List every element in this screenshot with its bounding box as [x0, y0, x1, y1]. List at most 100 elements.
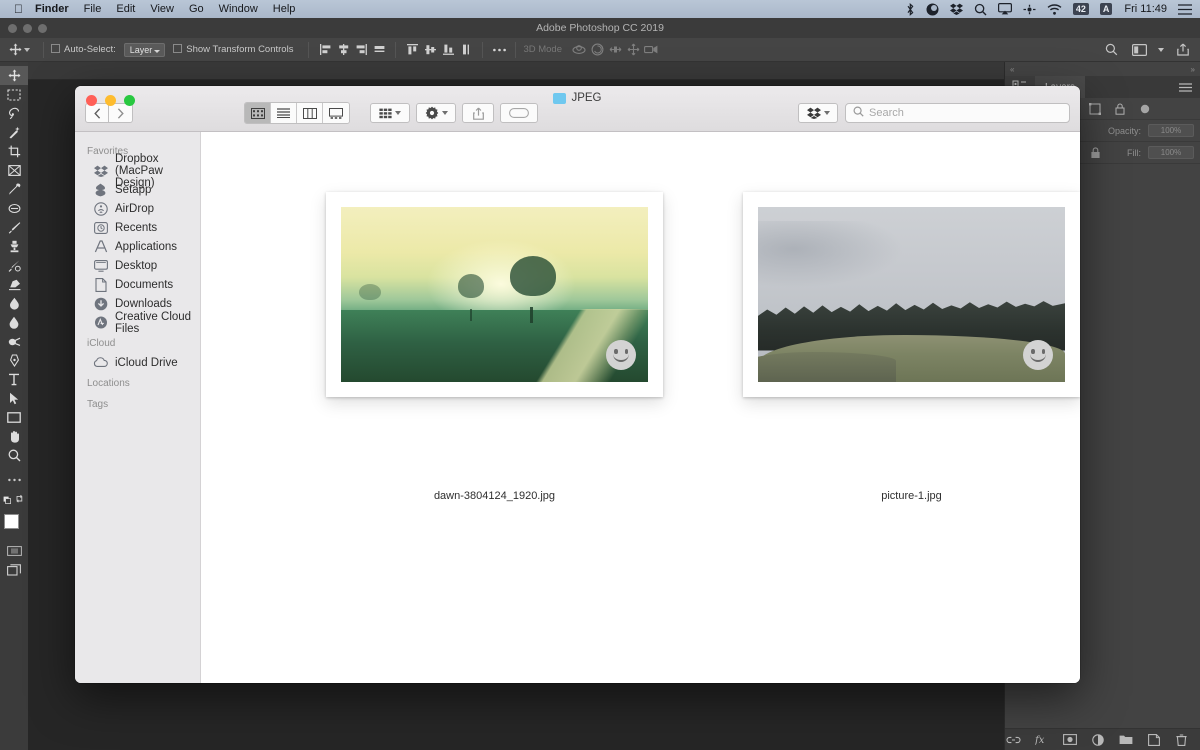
foreground-color-swatch[interactable]	[4, 514, 19, 529]
spotlight-search-icon[interactable]	[974, 3, 987, 16]
layers-panel-footer[interactable]: fx	[1005, 728, 1200, 750]
brush-tool-icon[interactable]	[0, 218, 28, 237]
photo-frame[interactable]	[326, 192, 663, 397]
sidebar-item-airdrop[interactable]: AirDrop	[75, 199, 200, 218]
cleanmymac-icon[interactable]	[926, 3, 939, 16]
clone-stamp-tool-icon[interactable]	[0, 237, 28, 256]
eraser-tool-icon[interactable]	[0, 275, 28, 294]
workspace-icon[interactable]	[1130, 41, 1148, 59]
airplay-icon[interactable]	[997, 3, 1012, 15]
sidebar-item-creative-cloud-files[interactable]: Creative Cloud Files	[75, 311, 200, 335]
collapse-right-chevron-icon[interactable]: »	[1191, 65, 1195, 74]
gradient-tool-icon[interactable]	[0, 294, 28, 313]
color-swatches[interactable]	[0, 511, 28, 541]
search-input[interactable]: Search	[845, 103, 1070, 123]
layer-style-fx-icon[interactable]: fx	[1033, 731, 1050, 749]
share-button[interactable]	[462, 103, 494, 123]
new-adjustment-layer-icon[interactable]	[1089, 731, 1106, 749]
sidebar-item-recents[interactable]: Recents	[75, 218, 200, 237]
share-icon[interactable]	[1174, 41, 1192, 59]
path-selection-tool-icon[interactable]	[0, 389, 28, 408]
sidebar-item-icloud-drive[interactable]: iCloud Drive	[75, 353, 200, 372]
sidebar-item-documents[interactable]: Documents	[75, 275, 200, 294]
file-item[interactable]: picture-1.jpg	[743, 192, 1080, 502]
align-left-edges-icon[interactable]	[316, 41, 334, 59]
file-item[interactable]: dawn-3804124_1920.jpg	[326, 192, 663, 502]
apple-logo-icon[interactable]: 	[14, 3, 23, 15]
panel-collapse-bar[interactable]: « »	[1005, 62, 1200, 76]
bettertouchtool-icon[interactable]	[1023, 4, 1036, 15]
sidebar-item-desktop[interactable]: Desktop	[75, 256, 200, 275]
tags-button[interactable]	[500, 103, 538, 123]
workspace-caret-icon[interactable]	[1158, 47, 1164, 52]
auto-select-checkbox[interactable]: Auto-Select:	[51, 44, 116, 55]
rectangle-tool-icon[interactable]	[0, 408, 28, 427]
filter-shape-icon[interactable]	[1086, 100, 1104, 118]
align-horizontal-centers-icon[interactable]	[334, 41, 352, 59]
sidebar-item-dropbox[interactable]: Dropbox (MacPaw Design)	[75, 153, 200, 189]
type-tool-icon[interactable]	[0, 370, 28, 389]
sidebar-item-applications[interactable]: Applications	[75, 237, 200, 256]
dropbox-caret-icon[interactable]	[823, 111, 830, 115]
eyedropper-tool-icon[interactable]	[0, 180, 28, 199]
list-view-button[interactable]	[271, 103, 297, 123]
zoom-tool-icon[interactable]	[0, 446, 28, 465]
action-menu-button[interactable]	[416, 103, 456, 123]
link-layers-icon[interactable]	[1005, 731, 1022, 749]
notification-center-icon[interactable]	[1178, 3, 1192, 15]
spot-healing-brush-tool-icon[interactable]	[0, 199, 28, 218]
align-vertical-centers-icon[interactable]	[421, 41, 439, 59]
action-caret-icon[interactable]	[441, 111, 448, 115]
filter-toggle-icon[interactable]	[1136, 100, 1154, 118]
dropbox-button[interactable]	[798, 103, 838, 123]
forward-button[interactable]	[109, 103, 133, 123]
battery-icon[interactable]: 42	[1072, 3, 1089, 15]
arrange-by-button[interactable]	[370, 103, 410, 123]
menu-item-window[interactable]: Window	[219, 3, 258, 15]
finder-nav-buttons[interactable]	[85, 103, 133, 123]
lock-all-icon[interactable]	[1086, 144, 1104, 162]
photo-frame[interactable]	[743, 192, 1080, 397]
wifi-icon[interactable]	[1047, 3, 1062, 15]
default-colors-and-swap-icons[interactable]	[0, 489, 28, 508]
opacity-value[interactable]: 100%	[1148, 124, 1194, 137]
dodge-tool-icon[interactable]	[0, 332, 28, 351]
more-options-icon[interactable]	[490, 41, 508, 59]
new-layer-icon[interactable]	[1145, 731, 1162, 749]
menu-item-view[interactable]: View	[150, 3, 174, 15]
delete-layer-icon[interactable]	[1173, 731, 1190, 749]
menu-item-help[interactable]: Help	[273, 3, 296, 15]
move-tool-icon[interactable]	[6, 41, 24, 59]
align-right-edges-icon[interactable]	[352, 41, 370, 59]
standard-mask-mode-icon[interactable]	[0, 541, 28, 560]
arrange-caret-icon[interactable]	[395, 111, 401, 115]
icon-view-button[interactable]	[245, 103, 271, 123]
menu-item-edit[interactable]: Edit	[116, 3, 135, 15]
magic-wand-tool-icon[interactable]	[0, 123, 28, 142]
edit-toolbar-icon[interactable]	[0, 470, 28, 489]
pen-tool-icon[interactable]	[0, 351, 28, 370]
align-top-edges-icon[interactable]	[403, 41, 421, 59]
rectangular-marquee-tool-icon[interactable]	[0, 85, 28, 104]
distribute-horizontally-icon[interactable]	[370, 41, 388, 59]
hand-tool-icon[interactable]	[0, 427, 28, 446]
bluetooth-icon[interactable]	[906, 2, 915, 16]
back-button[interactable]	[85, 103, 109, 123]
menu-item-finder[interactable]: Finder	[35, 3, 69, 15]
lasso-tool-icon[interactable]	[0, 104, 28, 123]
finder-view-mode-group[interactable]	[244, 102, 350, 124]
menubar-clock[interactable]: Fri 11:49	[1124, 3, 1167, 15]
fill-value[interactable]: 100%	[1148, 146, 1194, 159]
panel-menu-icon[interactable]	[1171, 76, 1200, 98]
move-tool-preset-caret-icon[interactable]	[24, 47, 30, 52]
show-transform-checkbox-box[interactable]	[173, 44, 183, 53]
screen-mode-icon[interactable]	[0, 560, 28, 579]
filter-smart-object-icon[interactable]	[1111, 100, 1129, 118]
new-group-icon[interactable]	[1117, 731, 1134, 749]
align-bottom-edges-icon[interactable]	[439, 41, 457, 59]
blur-tool-icon[interactable]	[0, 313, 28, 332]
photoshop-tool-palette[interactable]	[0, 62, 28, 750]
auto-select-checkbox-box[interactable]	[51, 44, 60, 53]
show-transform-controls-checkbox[interactable]: Show Transform Controls	[173, 44, 293, 55]
input-source-icon[interactable]: A	[1099, 3, 1113, 15]
